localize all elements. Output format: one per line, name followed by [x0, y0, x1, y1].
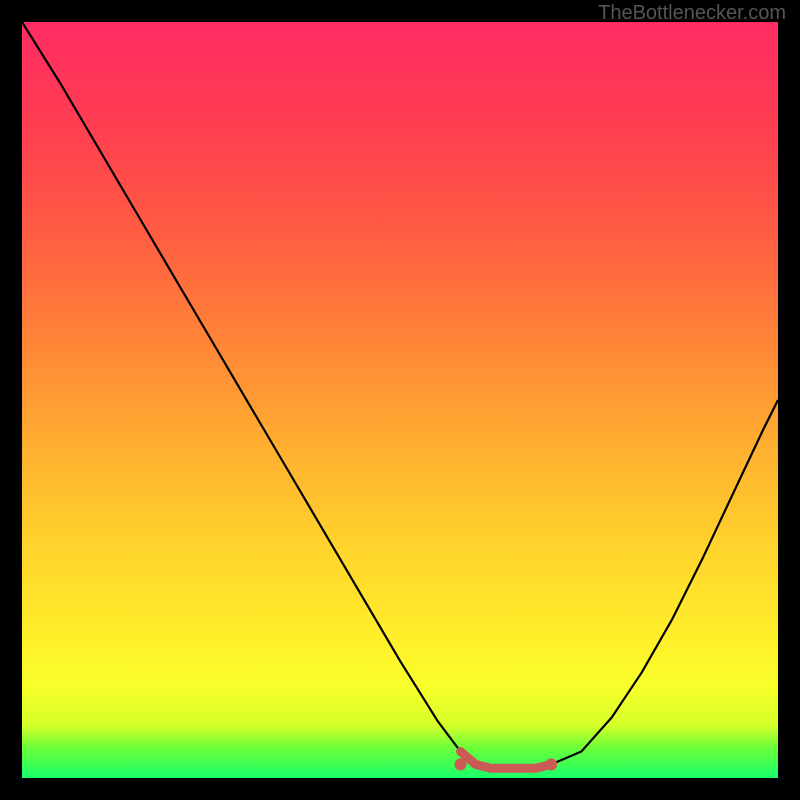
optimal-zone-start-dot	[454, 758, 466, 770]
bottleneck-curve	[22, 22, 778, 768]
optimal-zone-end-dot	[545, 758, 557, 770]
chart-svg	[22, 22, 778, 778]
watermark-text: TheBottlenecker.com	[598, 2, 786, 25]
chart-plot-area	[22, 22, 778, 778]
optimal-zone-marker	[461, 752, 552, 769]
